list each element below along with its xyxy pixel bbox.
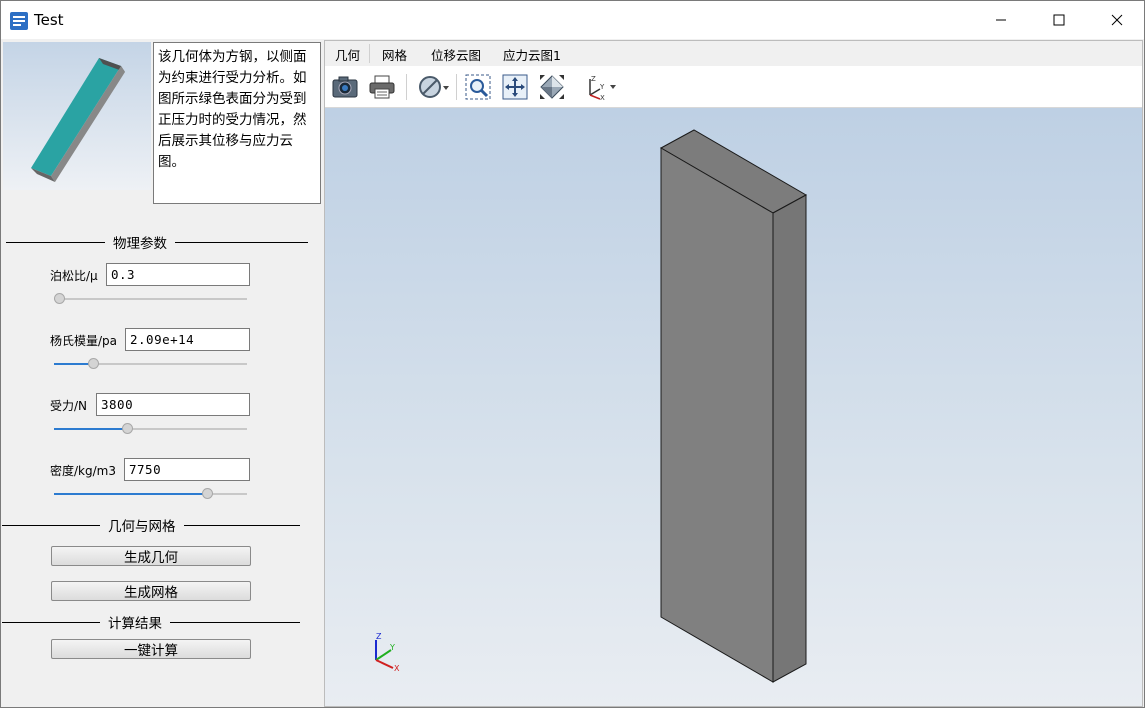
- camera-icon: [332, 76, 358, 98]
- 3d-viewport[interactable]: Z Y X: [325, 108, 1142, 706]
- tab-mesh[interactable]: 网格: [382, 45, 407, 64]
- physics-section-header: 物理参数: [6, 234, 308, 252]
- results-section-title: 计算结果: [108, 616, 162, 632]
- axis-y-label: Y: [389, 643, 395, 652]
- minimize-button[interactable]: [972, 1, 1030, 39]
- compute-button[interactable]: 一键计算: [51, 639, 251, 659]
- tab-displacement[interactable]: 位移云图: [431, 45, 481, 64]
- iso-view-icon: [540, 75, 564, 99]
- viewer-toolbar: Z Y X: [325, 66, 1142, 108]
- axis-z-label: Z: [376, 632, 382, 641]
- density-label: 密度/kg/m3: [50, 464, 116, 478]
- zoom-region-icon: [465, 74, 491, 100]
- poisson-input[interactable]: 0.3: [106, 263, 250, 286]
- poisson-slider[interactable]: [54, 293, 247, 305]
- force-input[interactable]: 3800: [96, 393, 250, 416]
- printer-icon: [369, 75, 395, 99]
- svg-text:X: X: [600, 94, 605, 101]
- young-slider-handle[interactable]: [88, 358, 99, 369]
- force-label: 受力/N: [50, 399, 88, 413]
- close-icon: [1111, 14, 1123, 26]
- geometry-preview-image: [3, 42, 151, 190]
- print-button[interactable]: [367, 72, 397, 102]
- fit-all-button[interactable]: [500, 72, 530, 102]
- density-input[interactable]: 7750: [124, 458, 250, 481]
- close-button[interactable]: [1088, 1, 1145, 39]
- app-icon: [10, 12, 28, 30]
- display-mode-icon: [419, 76, 449, 98]
- physics-section-title: 物理参数: [113, 236, 167, 252]
- axis-x-label: X: [394, 664, 400, 672]
- geometry-section-title: 几何与网格: [108, 519, 176, 535]
- zoom-region-button[interactable]: [463, 72, 493, 102]
- generate-mesh-button[interactable]: 生成网格: [51, 581, 251, 601]
- control-panel: 该几何体为方钢，以侧面为约束进行受力分析。如图所示绿色表面分为受到正压力时的受力…: [2, 40, 321, 708]
- axis-view-dropdown[interactable]: Z Y X: [579, 72, 619, 102]
- axes-icon: Z Y X: [589, 75, 616, 101]
- window-title: Test: [34, 11, 64, 29]
- tab-geometry[interactable]: 几何: [335, 45, 360, 64]
- view-tabs: 几何 网格 位移云图 应力云图1: [325, 41, 1142, 66]
- title-bar: Test: [1, 1, 1144, 39]
- density-slider-handle[interactable]: [202, 488, 213, 499]
- fit-all-icon: [502, 74, 528, 100]
- app-window: Test 该几何体为方钢，以侧面为约束进行受力分析。如图所示绿色表面分为受到正压…: [0, 0, 1145, 708]
- maximize-button[interactable]: [1030, 1, 1088, 39]
- screenshot-button[interactable]: [330, 72, 360, 102]
- tab-stress[interactable]: 应力云图1: [503, 45, 561, 64]
- geometry-section-header: 几何与网格: [2, 517, 300, 535]
- description-text: 该几何体为方钢，以侧面为约束进行受力分析。如图所示绿色表面分为受到正压力时的受力…: [153, 42, 321, 204]
- svg-text:Z: Z: [591, 75, 596, 83]
- maximize-icon: [1053, 14, 1065, 26]
- poisson-label: 泊松比/μ: [50, 269, 98, 283]
- model-side-face: [772, 194, 807, 683]
- young-slider[interactable]: [54, 358, 247, 370]
- young-label: 杨氏模量/pa: [50, 334, 118, 348]
- young-input[interactable]: 2.09e+14: [125, 328, 250, 351]
- steel-bar-model: [659, 129, 808, 683]
- display-mode-dropdown[interactable]: [416, 72, 452, 102]
- minimize-icon: [996, 19, 1006, 21]
- force-slider-handle[interactable]: [122, 423, 133, 434]
- results-section-header: 计算结果: [2, 614, 300, 632]
- svg-text:Y: Y: [599, 83, 605, 91]
- density-slider[interactable]: [54, 488, 247, 500]
- model-front-face: [660, 147, 774, 683]
- force-slider[interactable]: [54, 423, 247, 435]
- poisson-slider-handle[interactable]: [54, 293, 65, 304]
- reset-view-button[interactable]: [537, 72, 567, 102]
- generate-geometry-button[interactable]: 生成几何: [51, 546, 251, 566]
- axis-triad-icon: Z Y X: [375, 632, 400, 672]
- viewer-panel: 几何 网格 位移云图 应力云图1 Z Y X Z Y X: [324, 40, 1143, 707]
